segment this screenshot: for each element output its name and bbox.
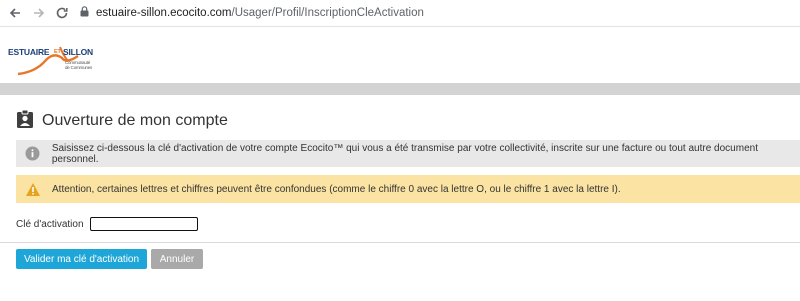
logo-tagline-2: de Communes xyxy=(65,65,93,70)
forward-button[interactable] xyxy=(30,4,48,22)
info-alert: Saisissez ci-dessous la clé d'activation… xyxy=(16,140,800,167)
activation-key-input[interactable] xyxy=(89,217,198,231)
address-bar[interactable]: estuaire-sillon.ecocito.com/Usager/Profi… xyxy=(80,4,424,22)
site-header: ESTUAIRE ET SILLON Communauté de Commune… xyxy=(0,28,800,83)
warning-icon xyxy=(24,180,42,198)
page-heading: Ouverture de mon compte xyxy=(16,109,228,133)
form-divider xyxy=(0,242,800,243)
activation-key-row: Clé d'activation xyxy=(16,215,198,233)
header-divider xyxy=(0,83,800,95)
url-host: estuaire-sillon.ecocito.com xyxy=(96,7,232,19)
id-card-icon xyxy=(16,109,34,134)
logo-word-estuaire: ESTUAIRE xyxy=(8,47,50,57)
info-alert-text: Saisissez ci-dessous la clé d'activation… xyxy=(51,142,758,165)
back-button[interactable] xyxy=(6,4,24,22)
warning-alert-text: Attention, certaines lettres et chiffres… xyxy=(52,183,621,195)
lock-icon xyxy=(80,6,89,20)
validate-key-button[interactable]: Valider ma clé d'activation xyxy=(16,249,147,269)
browser-toolbar: estuaire-sillon.ecocito.com/Usager/Profi… xyxy=(0,0,800,27)
arrow-right-icon xyxy=(34,8,45,18)
logo-word-sillon: SILLON xyxy=(63,47,93,57)
logo-word-et: ET xyxy=(54,49,61,55)
site-logo[interactable]: ESTUAIRE ET SILLON Communauté de Commune… xyxy=(8,38,118,82)
reload-icon xyxy=(56,7,68,19)
url-path: /Usager/Profil/InscriptionCleActivation xyxy=(231,7,424,19)
cancel-button[interactable]: Annuler xyxy=(151,249,203,269)
logo-swoosh-icon xyxy=(17,46,79,76)
activation-key-label: Clé d'activation xyxy=(16,218,84,230)
warning-alert: Attention, certaines lettres et chiffres… xyxy=(16,175,800,203)
reload-button[interactable] xyxy=(53,4,71,22)
info-icon xyxy=(24,145,42,163)
arrow-left-icon xyxy=(9,8,20,18)
page-title: Ouverture de mon compte xyxy=(42,112,228,129)
